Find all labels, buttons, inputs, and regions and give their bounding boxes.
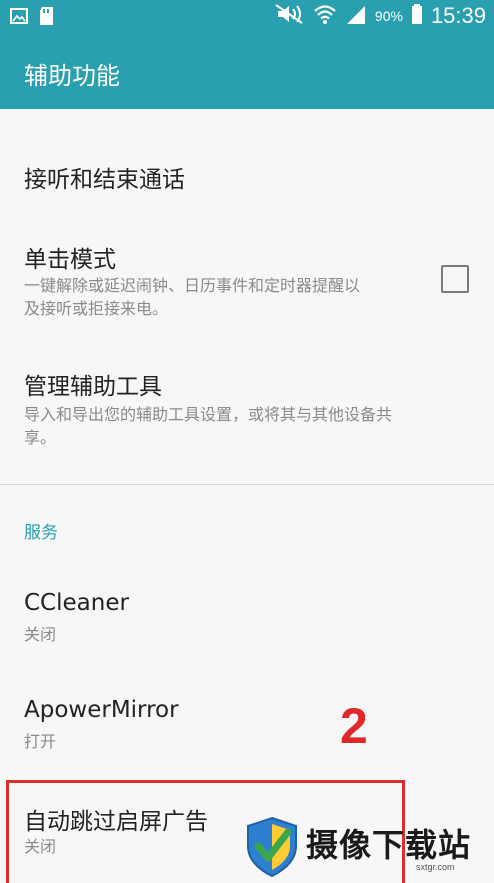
list-item-description: 享。 xyxy=(24,428,57,447)
divider xyxy=(0,484,494,485)
list-item-manage-accessibility[interactable]: 管理辅助工具 导入和导出您的辅助工具设置，或将其与其他设备共 享。 xyxy=(0,345,494,475)
service-label: ApowerMirror xyxy=(24,697,179,723)
status-bar: 90% 15:39 xyxy=(0,0,494,34)
list-item-answer-end-calls[interactable]: 接听和结束通话 xyxy=(0,130,494,225)
service-status: 打开 xyxy=(24,732,57,751)
list-item-single-tap-mode[interactable]: 单击模式 一键解除或延迟闹钟、日历事件和定时器提醒以 及接听或拒接来电。 xyxy=(0,225,494,345)
battery-icon xyxy=(411,3,423,29)
service-status: 关闭 xyxy=(24,625,57,644)
list-item-description: 一键解除或延迟闹钟、日历事件和定时器提醒以 xyxy=(24,276,361,295)
watermark: 摄像下载站 sxtgr.com xyxy=(236,812,494,883)
list-item-description: 及接听或拒接来电。 xyxy=(24,299,169,318)
wifi-icon xyxy=(313,3,337,29)
service-item-ccleaner[interactable]: CCleaner 关闭 xyxy=(0,570,494,670)
annotation-number: 2 xyxy=(340,698,368,754)
service-label: CCleaner xyxy=(24,590,129,616)
section-header-services: 服务 xyxy=(24,523,58,543)
single-tap-mode-checkbox[interactable] xyxy=(441,265,469,293)
watermark-url: sxtgr.com xyxy=(416,862,455,872)
list-item-label: 接听和结束通话 xyxy=(24,167,185,193)
list-item-label: 管理辅助工具 xyxy=(24,374,162,400)
signal-icon xyxy=(345,3,367,29)
service-item-apowermirror[interactable]: ApowerMirror 打开 xyxy=(0,677,494,777)
mute-icon xyxy=(275,3,305,29)
list-item-description: 导入和导出您的辅助工具设置，或将其与其他设备共 xyxy=(24,405,393,424)
list-item-label: 单击模式 xyxy=(24,247,116,273)
app-bar: 辅助功能 xyxy=(0,34,494,109)
watermark-logo-icon xyxy=(244,816,300,882)
clock: 15:39 xyxy=(430,3,486,28)
gallery-icon xyxy=(10,7,28,29)
watermark-name: 摄像下载站 xyxy=(306,826,472,864)
sd-card-icon xyxy=(38,6,56,30)
page-title: 辅助功能 xyxy=(24,62,120,90)
battery-percent: 90% xyxy=(374,8,403,24)
